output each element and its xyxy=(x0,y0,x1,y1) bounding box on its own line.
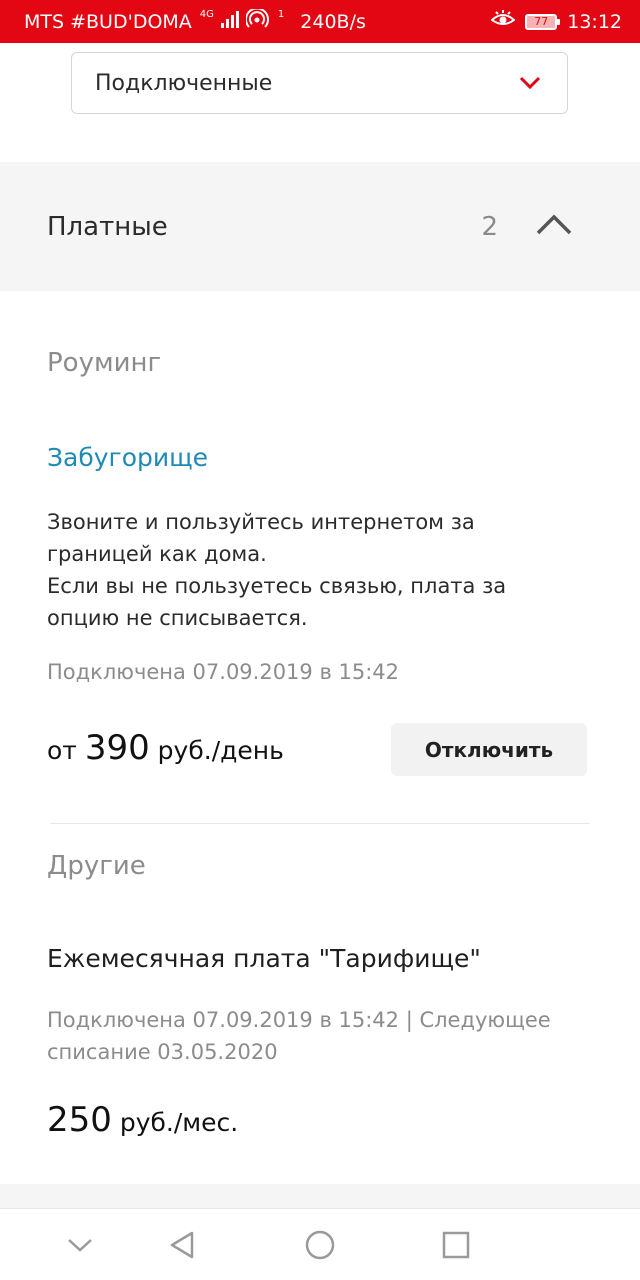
network-type-badge: 4G xyxy=(199,8,214,20)
price-unit: руб./мес. xyxy=(111,1108,239,1137)
price-unit: руб./день xyxy=(149,736,284,765)
service-name-link[interactable]: Забугорище xyxy=(47,443,208,472)
service-description: Звоните и пользуйтесь интернетом за гран… xyxy=(47,506,567,634)
price-amount: 250 xyxy=(47,1100,112,1140)
divider xyxy=(50,823,590,824)
price-amount: 390 xyxy=(84,728,150,768)
home-icon[interactable] xyxy=(302,1227,338,1263)
eye-comfort-icon xyxy=(490,10,516,33)
price-prefix: от xyxy=(47,736,85,765)
recent-apps-icon[interactable] xyxy=(438,1227,474,1263)
system-navigation-bar xyxy=(0,1208,640,1280)
hotspot-count: 1 xyxy=(277,8,285,20)
signal-icon xyxy=(220,10,240,33)
carrier-name: MTS #BUD'DOMA xyxy=(24,10,192,33)
description-line: Звоните и пользуйтесь интернетом за гран… xyxy=(47,510,475,566)
battery-icon: 77 xyxy=(525,13,561,30)
connected-date: Подключена 07.09.2019 в 15:42 xyxy=(47,660,400,684)
connected-date: Подключена 07.09.2019 в 15:42 | Следующе… xyxy=(47,1008,551,1064)
service-name: Ежемесячная плата "Тарифище" xyxy=(47,944,481,973)
description-line: Если вы не пользуетесь связью, плата за … xyxy=(47,574,507,630)
service-price: 250 руб./мес. xyxy=(47,1100,238,1140)
services-filter-select[interactable]: Подключенные xyxy=(71,52,568,114)
filter-selected-value: Подключенные xyxy=(95,70,273,96)
hotspot-icon xyxy=(244,7,270,34)
paid-services-header[interactable]: Платные 2 xyxy=(0,162,640,291)
chevron-up-icon[interactable] xyxy=(536,214,572,240)
service-price: от 390 руб./день xyxy=(47,728,284,768)
list-bottom-strip xyxy=(0,1184,640,1208)
disconnect-button[interactable]: Отключить xyxy=(391,723,587,776)
section-title: Платные xyxy=(47,211,168,242)
category-label-other: Другие xyxy=(47,851,146,881)
category-label-roaming: Роуминг xyxy=(47,348,162,378)
hide-nav-chevron-icon[interactable] xyxy=(62,1227,98,1263)
chevron-down-icon xyxy=(519,71,541,96)
clock: 13:12 xyxy=(567,10,622,33)
section-count: 2 xyxy=(481,211,498,242)
network-speed: 240B/s xyxy=(300,10,366,33)
back-icon[interactable] xyxy=(164,1227,200,1263)
status-bar: MTS #BUD'DOMA 4G 1 240B/s 77 13:12 xyxy=(0,0,640,43)
